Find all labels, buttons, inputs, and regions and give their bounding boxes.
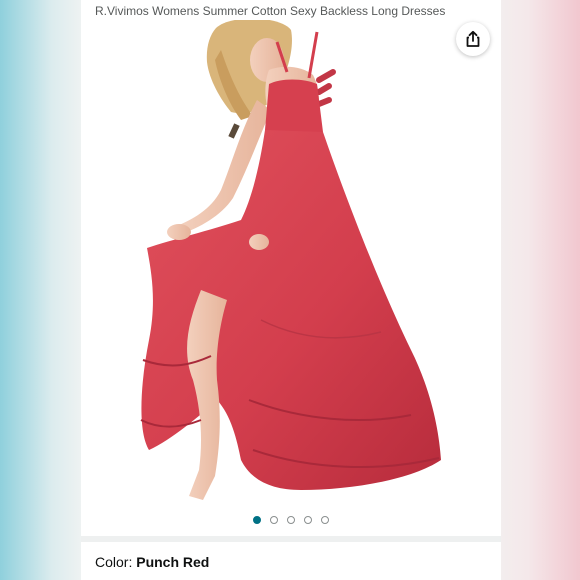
carousel-dot[interactable]: [304, 516, 312, 524]
color-selection: Color: Punch Red: [95, 554, 209, 570]
carousel-dot[interactable]: [270, 516, 278, 524]
section-divider: [81, 536, 501, 542]
product-title: R.Vivimos Womens Summer Cotton Sexy Back…: [95, 4, 446, 18]
share-icon: [466, 30, 480, 47]
share-button[interactable]: [456, 22, 490, 56]
product-card: R.Vivimos Womens Summer Cotton Sexy Back…: [81, 0, 501, 580]
carousel-dot[interactable]: [253, 516, 261, 524]
product-image[interactable]: [81, 20, 501, 510]
color-value: Punch Red: [136, 554, 210, 570]
color-label: Color:: [95, 554, 137, 570]
carousel-dot[interactable]: [287, 516, 295, 524]
carousel-indicator: [81, 516, 501, 530]
carousel-dot[interactable]: [321, 516, 329, 524]
